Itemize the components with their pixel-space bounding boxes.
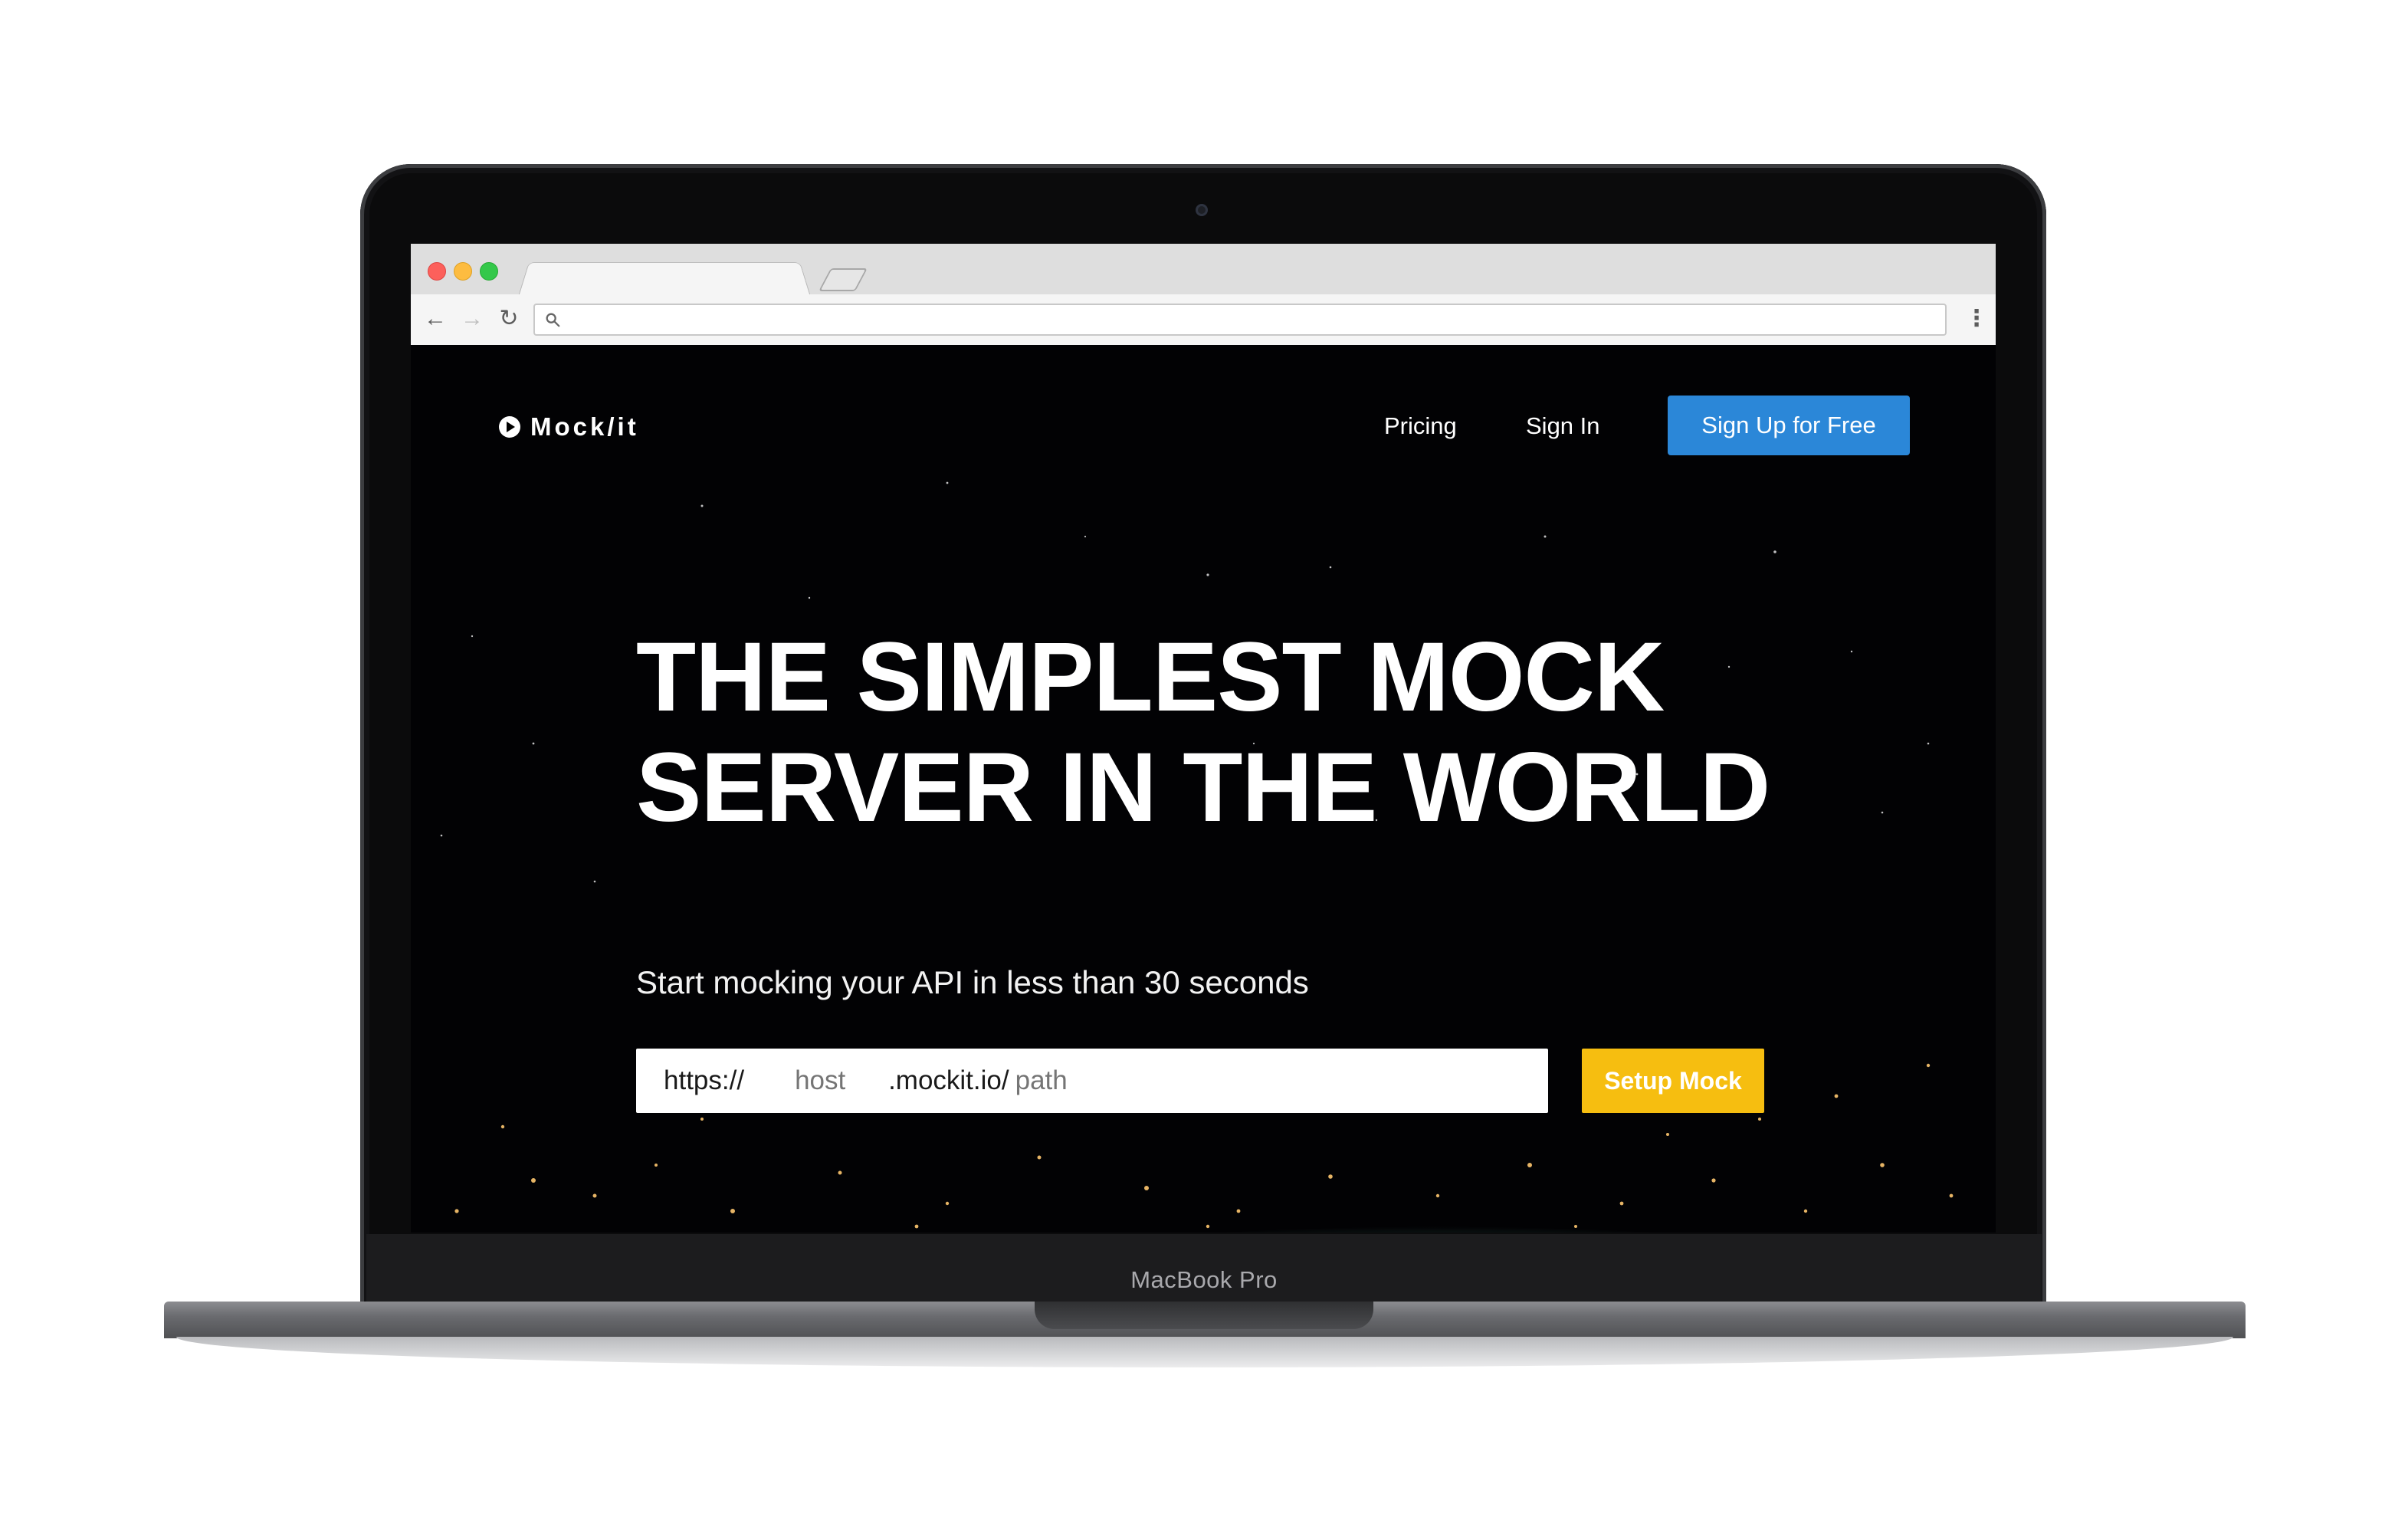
- browser-toolbar: ← → ↻ ⋮: [411, 294, 1996, 346]
- screen: ← → ↻ ⋮ Mock/it Pricing Sign In Sign Up …: [411, 244, 1996, 1233]
- browser-tab-strip: [411, 244, 1996, 297]
- arrow-left-icon[interactable]: ←: [420, 304, 451, 334]
- address-bar[interactable]: [533, 304, 1947, 336]
- site-logo[interactable]: Mock/it: [498, 412, 639, 442]
- device-label: MacBook Pro: [1130, 1266, 1278, 1293]
- host-input[interactable]: [793, 1065, 889, 1097]
- maximize-window-button[interactable]: [480, 262, 498, 281]
- reload-icon[interactable]: ↻: [494, 304, 524, 334]
- laptop-base-underside: [176, 1337, 2233, 1367]
- url-protocol: https://: [664, 1065, 745, 1095]
- close-window-button[interactable]: [428, 262, 446, 281]
- web-page: Mock/it Pricing Sign In Sign Up for Free…: [411, 345, 1996, 1233]
- nav-link-sign-in[interactable]: Sign In: [1526, 412, 1600, 440]
- mock-url-builder: https:// .mockit.io/: [636, 1049, 1548, 1113]
- search-icon: [546, 313, 560, 327]
- minimize-window-button[interactable]: [454, 262, 472, 281]
- sign-up-button[interactable]: Sign Up for Free: [1668, 396, 1910, 455]
- nav-link-pricing[interactable]: Pricing: [1384, 412, 1457, 440]
- browser-tab[interactable]: [518, 262, 811, 297]
- arrow-right-icon[interactable]: →: [457, 304, 487, 334]
- webcam: [1196, 204, 1208, 216]
- hero-title: THE SIMPLEST MOCK SERVER IN THE WORLD: [636, 622, 1770, 842]
- path-input[interactable]: [1013, 1065, 1170, 1097]
- laptop-hinge-notch: [1035, 1302, 1373, 1329]
- kebab-menu-icon[interactable]: ⋮: [1965, 305, 1988, 336]
- logo-text: Mock/it: [530, 412, 639, 441]
- new-tab-button[interactable]: [819, 268, 868, 291]
- hero-subtitle: Start mocking your API in less than 30 s…: [636, 964, 1309, 1000]
- setup-mock-button[interactable]: Setup Mock: [1582, 1049, 1764, 1113]
- play-icon: [499, 416, 520, 438]
- url-domain: .mockit.io/: [888, 1065, 1009, 1095]
